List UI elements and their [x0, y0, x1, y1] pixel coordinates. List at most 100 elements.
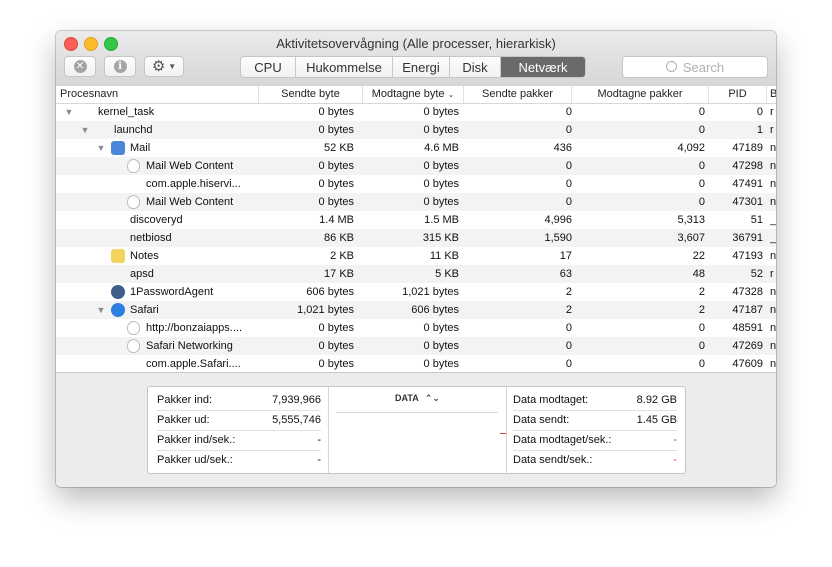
- extra-column: n: [770, 160, 776, 172]
- tab-disk[interactable]: Disk: [450, 57, 501, 77]
- column-process-name[interactable]: Procesnavn: [56, 86, 259, 103]
- process-name: Safari Networking: [146, 340, 233, 352]
- received-packets: 3,607: [677, 232, 705, 244]
- actions-menu-button[interactable]: ⚙ ▼: [144, 56, 184, 77]
- table-row[interactable]: http://bonzaiapps.... 0 bytes 0 bytes 0 0 485…: [56, 319, 776, 337]
- panel-divider: [506, 387, 507, 473]
- table-row[interactable]: Mail Web Content 0 bytes 0 bytes 0 0 47301 n: [56, 193, 776, 211]
- table-row[interactable]: Safari Networking 0 bytes 0 bytes 0 0 47269 n: [56, 337, 776, 355]
- table-row[interactable]: apsd 17 KB 5 KB 63 48 52 r: [56, 265, 776, 283]
- received-packets: 0: [698, 196, 705, 208]
- process-name: discoveryd: [130, 214, 183, 226]
- tab-memory[interactable]: Hukommelse: [296, 57, 393, 77]
- activity-monitor-window: Aktivitetsovervågning (Alle processer, h…: [56, 31, 776, 487]
- pid: 47301: [732, 196, 763, 208]
- extra-column: _: [770, 214, 776, 226]
- received-bytes: 0 bytes: [423, 196, 459, 208]
- table-row[interactable]: netbiosd 86 KB 315 KB 1,590 3,607 36791 _: [56, 229, 776, 247]
- stop-process-button[interactable]: ✕: [64, 56, 96, 77]
- extra-column: r: [770, 106, 774, 118]
- table-row[interactable]: discoveryd 1.4 MB 1.5 MB 4,996 5,313 51 _: [56, 211, 776, 229]
- stat-row: Data modtaget: 8.92 GB: [513, 390, 677, 411]
- sent-packets: 63: [559, 268, 572, 280]
- tab-network[interactable]: Netværk: [501, 57, 585, 77]
- disclosure-triangle-icon[interactable]: ▼: [64, 103, 74, 121]
- sent-bytes: 2 KB: [330, 250, 354, 262]
- table-row[interactable]: ▼ Safari 1,021 bytes 606 bytes 2 2 47187 n: [56, 301, 776, 319]
- pid: 48591: [732, 322, 763, 334]
- sent-packets: 1,590: [544, 232, 572, 244]
- sent-packets: 436: [553, 142, 572, 154]
- process-name: kernel_task: [98, 106, 155, 118]
- received-packets: 2: [698, 286, 705, 298]
- sent-packets: 0: [565, 340, 572, 352]
- extra-column: r: [770, 124, 774, 136]
- column-sent-packets[interactable]: Sendte pakker: [464, 86, 572, 103]
- search-icon: [665, 60, 677, 72]
- extra-column: n: [770, 304, 776, 316]
- stat-row: Pakker ind: 7,939,966: [157, 390, 321, 411]
- category-tabs: CPU Hukommelse Energi Disk Netværk: [240, 56, 586, 78]
- stat-label: Data sendt/sek.:: [513, 454, 593, 466]
- received-bytes: 0 bytes: [423, 358, 459, 370]
- disclosure-triangle-icon[interactable]: ▼: [96, 139, 106, 157]
- inspect-process-button[interactable]: i: [104, 56, 136, 77]
- received-bytes: 0 bytes: [423, 160, 459, 172]
- chart-title[interactable]: DATA ⌃⌄: [329, 393, 506, 404]
- stat-label: Pakker ind:: [157, 394, 213, 406]
- pid: 47328: [732, 286, 763, 298]
- process-name: netbiosd: [130, 232, 172, 244]
- stat-label: Data modtaget/sek.:: [513, 434, 612, 446]
- received-bytes: 315 KB: [422, 232, 459, 244]
- sent-packets: 0: [565, 196, 572, 208]
- received-bytes: 0 bytes: [423, 106, 459, 118]
- search-input[interactable]: Search: [622, 56, 768, 78]
- disclosure-triangle-icon[interactable]: ▼: [80, 121, 90, 139]
- disclosure-triangle-icon[interactable]: ▼: [96, 301, 106, 319]
- sent-bytes: 0 bytes: [318, 106, 354, 118]
- sent-packets: 0: [565, 124, 572, 136]
- sent-packets: 0: [565, 106, 572, 118]
- pid: 47491: [732, 178, 763, 190]
- table-row[interactable]: com.apple.hiservi... 0 bytes 0 bytes 0 0 4749…: [56, 175, 776, 193]
- notes-app-icon: [111, 249, 125, 263]
- column-more[interactable]: B: [767, 86, 776, 103]
- sent-packets: 2: [565, 286, 572, 298]
- column-pid[interactable]: PID: [709, 86, 767, 103]
- stat-row: Pakker ud/sek.: -: [157, 450, 321, 470]
- sandbox-shield-icon: [127, 321, 140, 335]
- table-row[interactable]: ▼ Mail 52 KB 4.6 MB 436 4,092 47189 n: [56, 139, 776, 157]
- stat-row: Data modtaget/sek.: -: [513, 430, 677, 451]
- column-received-packets[interactable]: Modtagne pakker: [572, 86, 709, 103]
- table-row[interactable]: com.apple.Safari.... 0 bytes 0 bytes 0 0 4760…: [56, 355, 776, 372]
- tab-cpu[interactable]: CPU: [241, 57, 296, 77]
- process-name: launchd: [114, 124, 153, 136]
- stat-value: 8.92 GB: [636, 394, 677, 406]
- sent-bytes: 0 bytes: [318, 322, 354, 334]
- received-packets: 4,092: [677, 142, 705, 154]
- sent-bytes: 0 bytes: [318, 358, 354, 370]
- process-name: Notes: [130, 250, 159, 262]
- chart-title-label: DATA: [395, 393, 419, 403]
- up-down-chevron-icon: ⌃⌄: [424, 393, 440, 403]
- received-bytes: 606 bytes: [411, 304, 459, 316]
- sent-packets: 0: [565, 358, 572, 370]
- summary-area: Pakker ind: 7,939,966 Pakker ud: 5,555,746 P…: [56, 372, 776, 487]
- tab-energy[interactable]: Energi: [393, 57, 450, 77]
- extra-column: n: [770, 250, 776, 262]
- sent-bytes: 0 bytes: [318, 196, 354, 208]
- table-row[interactable]: Mail Web Content 0 bytes 0 bytes 0 0 47298 n: [56, 157, 776, 175]
- table-row[interactable]: ▼ kernel_task 0 bytes 0 bytes 0 0 0 r: [56, 103, 776, 121]
- sent-bytes: 0 bytes: [318, 124, 354, 136]
- received-packets: 0: [698, 124, 705, 136]
- received-bytes: 4.6 MB: [424, 142, 459, 154]
- info-icon: i: [113, 60, 127, 73]
- sent-bytes: 17 KB: [324, 268, 354, 280]
- received-packets: 0: [698, 322, 705, 334]
- table-row[interactable]: Notes 2 KB 11 KB 17 22 47193 n: [56, 247, 776, 265]
- column-received-bytes[interactable]: Modtagne byte ⌄: [363, 86, 464, 103]
- table-row[interactable]: 1PasswordAgent 606 bytes 1,021 bytes 2 2 4732…: [56, 283, 776, 301]
- column-sent-bytes[interactable]: Sendte byte: [259, 86, 363, 103]
- extra-column: n: [770, 358, 776, 370]
- table-row[interactable]: ▼ launchd 0 bytes 0 bytes 0 0 1 r: [56, 121, 776, 139]
